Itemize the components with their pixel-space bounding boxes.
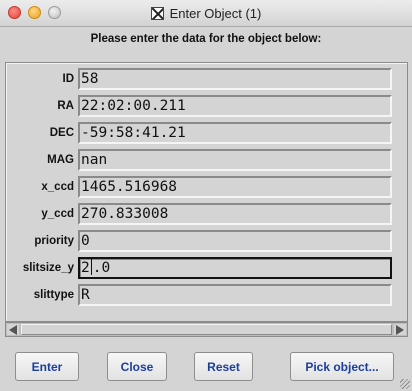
mag-label: MAG: [47, 154, 74, 166]
resize-grip-icon[interactable]: [400, 379, 410, 389]
enter-object-dialog: Enter Object (1) Please enter the data f…: [0, 0, 412, 391]
field-row-dec: DEC -59:58:41.21: [14, 121, 394, 145]
scrollbar-thumb[interactable]: [21, 324, 392, 335]
slitsize-y-value-before-cursor: 2: [81, 260, 90, 276]
window-title: Enter Object (1): [169, 6, 262, 21]
field-row-mag: MAG nan: [14, 148, 394, 172]
close-button[interactable]: Close: [107, 352, 167, 381]
enter-button[interactable]: Enter: [15, 352, 79, 381]
field-row-id: ID 58: [14, 67, 394, 91]
field-row-priority: priority 0: [14, 229, 394, 253]
priority-input[interactable]: 0: [78, 230, 392, 252]
instruction-text: Please enter the data for the object bel…: [90, 33, 322, 45]
ra-label: RA: [57, 100, 74, 112]
slittype-label: slittype: [33, 289, 74, 301]
x-ccd-input[interactable]: 1465.516968: [78, 176, 392, 198]
horizontal-scrollbar[interactable]: [5, 322, 408, 337]
x-ccd-label: x_ccd: [41, 181, 74, 193]
id-label: ID: [62, 73, 75, 85]
dec-label: DEC: [49, 127, 74, 139]
scroll-right-arrow-icon[interactable]: [394, 324, 406, 335]
slitsize-y-input[interactable]: 2.0: [78, 257, 392, 279]
field-row-y-ccd: y_ccd 270.833008: [14, 202, 394, 226]
id-input[interactable]: 58: [78, 68, 392, 90]
y-ccd-input[interactable]: 270.833008: [78, 203, 392, 225]
pick-object-button[interactable]: Pick object...: [290, 352, 394, 381]
field-row-slitsize-y: slitsize_y 2.0: [14, 256, 394, 280]
field-row-slittype: slittype R: [14, 283, 394, 307]
text-cursor: [90, 259, 92, 275]
slitsize-y-value-after-cursor: .0: [92, 260, 111, 276]
x11-icon: [150, 7, 164, 20]
dec-input[interactable]: -59:58:41.21: [78, 122, 392, 144]
slitsize-y-label: slitsize_y: [22, 262, 74, 274]
reset-button[interactable]: Reset: [194, 352, 253, 381]
button-bar: Enter Close Reset Pick object...: [0, 339, 412, 391]
fields-panel: ID 58 RA 22:02:00.211 DEC -59:58:41.21 M…: [5, 62, 408, 322]
mag-input[interactable]: nan: [78, 149, 392, 171]
priority-label: priority: [34, 235, 74, 247]
scroll-left-arrow-icon[interactable]: [7, 324, 19, 335]
title-bar: Enter Object (1): [0, 0, 412, 27]
ra-input[interactable]: 22:02:00.211: [78, 95, 392, 117]
field-row-x-ccd: x_ccd 1465.516968: [14, 175, 394, 199]
slittype-input[interactable]: R: [78, 284, 392, 306]
y-ccd-label: y_ccd: [41, 208, 74, 220]
title-wrap: Enter Object (1): [0, 0, 412, 27]
field-row-ra: RA 22:02:00.211: [14, 94, 394, 118]
